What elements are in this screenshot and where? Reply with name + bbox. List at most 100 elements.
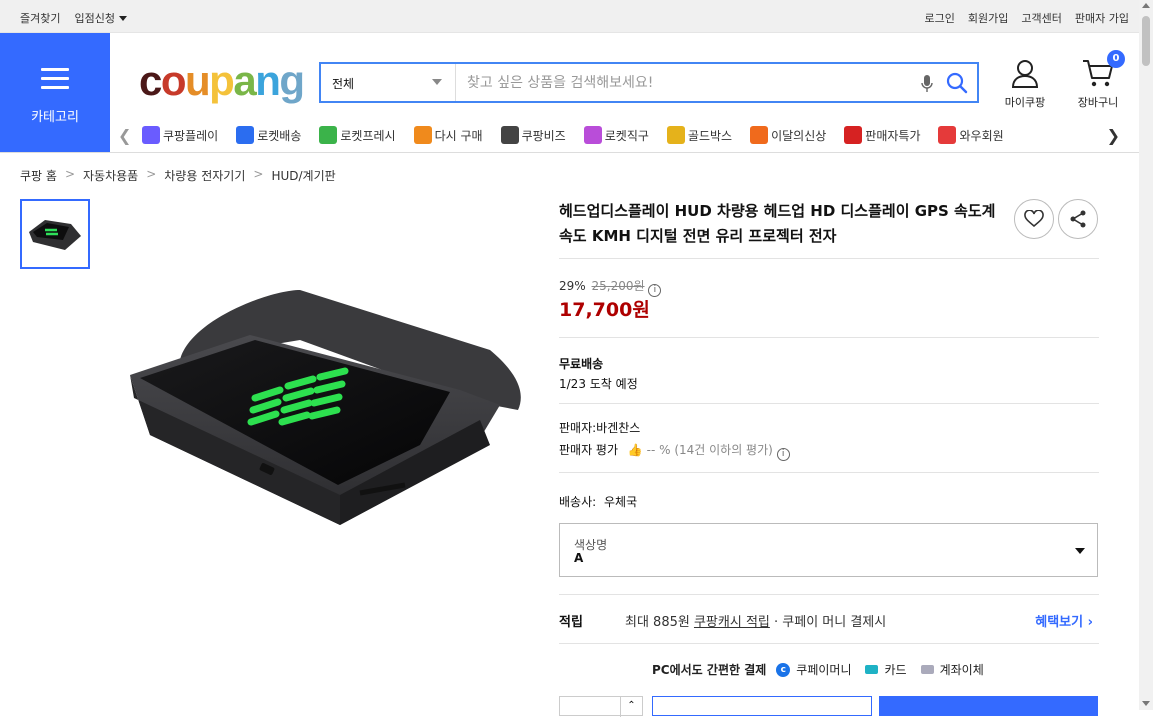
logo-letter: g bbox=[279, 57, 305, 104]
divider bbox=[559, 258, 1099, 259]
nav-item-label: 로켓직구 bbox=[604, 128, 649, 143]
product-thumbnail[interactable] bbox=[20, 199, 90, 269]
coupang-logo[interactable]: coupang bbox=[139, 57, 305, 104]
category-label: 카테고리 bbox=[31, 110, 79, 125]
divider bbox=[559, 594, 1099, 595]
benefits-link[interactable]: 혜택보기 › bbox=[1035, 611, 1093, 630]
cart-label: 장바구니 bbox=[1077, 96, 1119, 109]
seller-name[interactable]: 판매자:바겐찬스 bbox=[559, 419, 640, 436]
nav-prev-arrow-icon[interactable]: ❮ bbox=[118, 126, 131, 145]
chevron-right-icon: › bbox=[1087, 615, 1093, 630]
carrier-label: 배송사: bbox=[559, 495, 597, 509]
rocket-icon bbox=[236, 126, 255, 144]
category-button[interactable]: 카테고리 bbox=[0, 33, 110, 152]
biz-icon bbox=[500, 126, 519, 144]
percent-icon bbox=[844, 126, 863, 144]
breadcrumb-hud[interactable]: HUD/계기판 bbox=[271, 167, 335, 184]
carrier-value: 우체국 bbox=[604, 495, 638, 509]
carrier-row: 배송사: 우체국 bbox=[559, 493, 637, 510]
buy-now-button[interactable] bbox=[879, 696, 1098, 716]
nav-item[interactable]: 로켓배송 bbox=[236, 126, 301, 144]
payment-bank: 계좌이체 bbox=[939, 663, 984, 677]
new-bag-icon bbox=[750, 126, 769, 144]
chevron-up-icon[interactable]: ⌃ bbox=[620, 697, 642, 717]
microphone-icon[interactable] bbox=[921, 74, 933, 98]
nav-item-label: 골드박스 bbox=[687, 128, 733, 143]
nav-item[interactable]: 로켓직구 bbox=[583, 126, 649, 144]
signup-link[interactable]: 회원가입 bbox=[968, 10, 1008, 26]
share-button[interactable] bbox=[1058, 199, 1098, 239]
divider bbox=[559, 643, 1099, 644]
search-bar: 전체 bbox=[319, 62, 979, 103]
original-price: 25,200원 bbox=[591, 279, 645, 293]
product-main-image[interactable] bbox=[120, 280, 530, 534]
nav-item-label: 쿠팡비즈 bbox=[521, 128, 566, 143]
nav-item[interactable]: 와우회원 bbox=[938, 126, 1004, 144]
nav-item-label: 로켓배송 bbox=[257, 128, 302, 143]
seller-rating-value: -- % (14건 이하의 평가) bbox=[646, 443, 773, 457]
scrollbar[interactable] bbox=[1139, 0, 1153, 710]
play-icon bbox=[142, 126, 160, 144]
rocket-fresh-icon bbox=[319, 126, 338, 144]
cart-button[interactable]: 장바구니 0 bbox=[1068, 50, 1128, 110]
scroll-down-arrow-icon[interactable] bbox=[1142, 701, 1150, 706]
wow-icon bbox=[938, 126, 957, 144]
add-to-cart-button[interactable] bbox=[652, 696, 872, 716]
coupang-cash-link[interactable]: 쿠팡캐시 적립 bbox=[694, 615, 770, 630]
nav-item[interactable]: 골드박스 bbox=[666, 126, 733, 144]
nav-item[interactable]: 로켓프레시 bbox=[319, 126, 396, 144]
logo-letter: c bbox=[139, 57, 162, 104]
quantity-stepper[interactable]: ⌃ bbox=[559, 696, 643, 717]
search-scope-value: 전체 bbox=[332, 77, 355, 91]
logo-letter: o bbox=[160, 57, 187, 104]
top-utility-bar: 즐겨찾기 입점신청 로그인 회원가입 고객센터 판매자 가입 bbox=[0, 0, 1139, 33]
share-icon bbox=[1070, 210, 1086, 228]
nav-item-label: 이달의신상 bbox=[771, 128, 827, 143]
discount-row: 29% 25,200원 i bbox=[559, 277, 662, 297]
nav-item-label: 쿠팡플레이 bbox=[163, 128, 219, 143]
search-scope-select[interactable]: 전체 bbox=[321, 64, 456, 101]
logo-letter: a bbox=[233, 57, 256, 104]
logo-letter: p bbox=[209, 57, 235, 104]
bookmark-link[interactable]: 즐겨찾기 bbox=[20, 10, 60, 26]
nav-item[interactable]: 다시 구매 bbox=[413, 126, 483, 144]
shipping-label: 무료배송 bbox=[559, 357, 604, 371]
logo-letter: n bbox=[255, 57, 281, 104]
nav-item-label: 다시 구매 bbox=[434, 128, 483, 143]
customer-center-link[interactable]: 고객센터 bbox=[1021, 10, 1061, 26]
coupay-icon: c bbox=[776, 662, 791, 677]
search-input[interactable] bbox=[457, 64, 907, 101]
nav-next-arrow-icon[interactable]: ❯ bbox=[1107, 126, 1120, 145]
logo-letter: u bbox=[185, 57, 211, 104]
nav-item[interactable]: 쿠팡비즈 bbox=[500, 126, 566, 144]
seller-signup-link[interactable]: 판매자 가입 bbox=[1075, 10, 1129, 26]
info-icon[interactable]: i bbox=[648, 284, 662, 297]
scroll-up-arrow-icon[interactable] bbox=[1142, 3, 1150, 8]
option-select[interactable]: 색상명 A bbox=[559, 523, 1098, 577]
reward-description: 최대 885원 쿠팡캐시 적립 · 쿠페이 머니 결제시 bbox=[625, 611, 886, 630]
breadcrumb-auto[interactable]: 자동차용품 bbox=[83, 167, 138, 184]
header-divider bbox=[0, 152, 1139, 153]
service-nav: ❮ 쿠팡플레이 로켓배송 로켓프레시 다시 구매 쿠팡비즈 로켓직구 골드박스 이달의신상 판매… bbox=[112, 120, 1132, 152]
nav-item-label: 판매자특가 bbox=[865, 128, 921, 143]
search-icon[interactable] bbox=[946, 72, 968, 98]
card-icon bbox=[865, 665, 879, 674]
info-icon[interactable]: i bbox=[776, 448, 790, 461]
scrollbar-thumb[interactable] bbox=[1142, 16, 1150, 66]
seller-apply-link[interactable]: 입점신청 bbox=[74, 10, 127, 26]
login-link[interactable]: 로그인 bbox=[925, 10, 955, 26]
nav-item[interactable]: 이달의신상 bbox=[750, 126, 826, 144]
goldbox-icon bbox=[666, 126, 685, 144]
discount-rate: 29% bbox=[559, 279, 586, 293]
chevron-right-icon: > bbox=[146, 167, 157, 181]
dropdown-arrow-icon bbox=[432, 79, 442, 85]
breadcrumb-electronics[interactable]: 차량용 전자기기 bbox=[164, 167, 245, 184]
wishlist-button[interactable] bbox=[1014, 199, 1054, 239]
nav-item[interactable]: 판매자특가 bbox=[844, 126, 920, 144]
breadcrumb: 쿠팡 홈 > 자동차용품 > 차량용 전자기기 > HUD/계기판 bbox=[20, 167, 336, 184]
payment-coupay: 쿠페이머니 bbox=[796, 663, 852, 677]
breadcrumb-home[interactable]: 쿠팡 홈 bbox=[20, 167, 57, 184]
nav-item[interactable]: 쿠팡플레이 bbox=[142, 126, 218, 144]
mypage-button[interactable]: 마이쿠팡 bbox=[995, 58, 1055, 110]
seller-rating-row: 판매자 평가 👍 -- % (14건 이하의 평가) i bbox=[559, 441, 790, 461]
